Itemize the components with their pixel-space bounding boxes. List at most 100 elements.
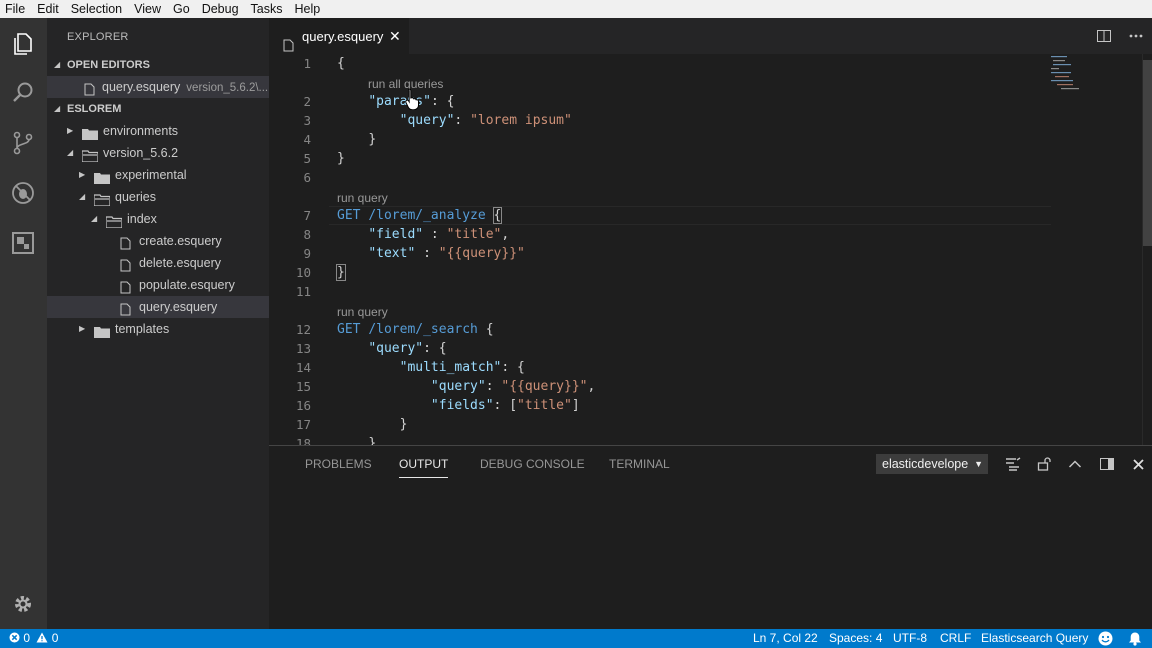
- tab-query-esquery[interactable]: query.esquery ✕: [269, 18, 409, 54]
- menu-tasks[interactable]: Tasks: [245, 0, 289, 18]
- tab-debug-console[interactable]: DEBUG CONSOLE: [480, 446, 585, 481]
- code-line: 6: [303, 170, 311, 185]
- toggle-panel-position-icon[interactable]: [1097, 454, 1117, 474]
- tab-label: query.esquery: [302, 29, 384, 44]
- smiley-feedback-icon[interactable]: [1098, 631, 1113, 648]
- error-icon: [9, 632, 20, 643]
- code-line: 13 "query": {: [295, 341, 447, 356]
- file-icon: [120, 279, 131, 296]
- minimap[interactable]: [1049, 54, 1089, 94]
- close-icon[interactable]: ✕: [389, 18, 401, 55]
- cursor-position[interactable]: Ln 7, Col 22: [753, 629, 818, 648]
- menu-edit[interactable]: Edit: [31, 0, 65, 18]
- files-icon[interactable]: [8, 29, 38, 59]
- menu-file[interactable]: File: [0, 0, 31, 18]
- chevron-right-icon: ▶: [79, 324, 86, 333]
- code-line: 2 "params": {: [303, 94, 455, 109]
- file-icon: [120, 301, 131, 318]
- activity-bar: [0, 18, 47, 629]
- code-line: 12 GET /lorem/_search {: [295, 322, 494, 337]
- chevron-down-icon: ◢: [54, 104, 61, 113]
- code-line: 4 }: [303, 132, 377, 147]
- more-actions-icon[interactable]: [1120, 18, 1152, 54]
- code-line: 18 }: [295, 436, 377, 445]
- tree-item-populate[interactable]: populate.esquery: [47, 274, 269, 296]
- code-line: 10 }: [295, 264, 346, 281]
- eol-status[interactable]: CRLF: [940, 629, 971, 648]
- tree-item-environments[interactable]: ▶ environments: [47, 120, 269, 142]
- debug-icon[interactable]: [8, 178, 38, 208]
- tab-terminal[interactable]: TERMINAL: [609, 446, 670, 481]
- problems-status[interactable]: 0 0: [9, 629, 58, 648]
- warning-icon: [36, 632, 48, 643]
- code-line: 16 "fields": ["title"]: [295, 398, 580, 413]
- tab-problems[interactable]: PROBLEMS: [305, 446, 372, 481]
- project-header[interactable]: ◢ ESLOREM: [47, 98, 269, 120]
- code-line: 14 "multi_match": {: [295, 360, 525, 375]
- tree-item-experimental[interactable]: ▶ experimental: [47, 164, 269, 186]
- editor-scrollbar-thumb[interactable]: [1143, 60, 1152, 246]
- chevron-right-icon: ▶: [79, 170, 86, 179]
- open-editor-item[interactable]: query.esquery version_5.6.2\...: [47, 76, 269, 98]
- extensions-icon[interactable]: [8, 228, 38, 258]
- code-editor[interactable]: 1 { run all queries 2 "params": { 3 "que…: [269, 54, 1152, 445]
- codelens-run-query[interactable]: run query: [337, 190, 388, 206]
- chevron-down-icon: ◢: [79, 192, 86, 201]
- tree-item-queries[interactable]: ◢ queries: [47, 186, 269, 208]
- folder-icon: [94, 169, 110, 186]
- status-bar: 0 0 Ln 7, Col 22 Spaces: 4 UTF-8 CRLF El…: [0, 629, 1152, 648]
- close-panel-icon[interactable]: [1128, 454, 1148, 474]
- gear-icon[interactable]: [8, 589, 38, 619]
- menu-debug[interactable]: Debug: [196, 0, 245, 18]
- tree-item-index[interactable]: ◢ index: [47, 208, 269, 230]
- tab-output[interactable]: OUTPUT: [399, 446, 449, 478]
- tree-item-version[interactable]: ◢ version_5.6.2: [47, 142, 269, 164]
- menu-selection[interactable]: Selection: [65, 0, 128, 18]
- output-channel-select[interactable]: elasticdevelope ▼: [876, 454, 988, 474]
- bell-icon[interactable]: [1128, 631, 1142, 648]
- maximize-panel-icon[interactable]: [1065, 454, 1085, 474]
- clear-output-icon[interactable]: [1003, 454, 1023, 474]
- split-editor-icon[interactable]: [1088, 18, 1120, 54]
- code-line: 1 {: [303, 56, 345, 71]
- menu-bar: File Edit Selection View Go Debug Tasks …: [0, 0, 1152, 18]
- editor-tab-bar: query.esquery ✕: [269, 18, 1152, 54]
- search-icon[interactable]: [8, 78, 38, 108]
- tree-item-create[interactable]: create.esquery: [47, 230, 269, 252]
- tree-item-query[interactable]: query.esquery: [47, 296, 269, 318]
- lock-icon[interactable]: [1034, 454, 1054, 474]
- indentation-status[interactable]: Spaces: 4: [829, 629, 882, 648]
- editor-actions: [1088, 18, 1152, 54]
- file-icon: [84, 81, 95, 98]
- chevron-down-icon: ◢: [91, 214, 98, 223]
- tree-item-templates[interactable]: ▶ templates: [47, 318, 269, 340]
- menu-go[interactable]: Go: [167, 0, 196, 18]
- code-line: 5 }: [303, 151, 345, 166]
- vscode-window: File Edit Selection View Go Debug Tasks …: [0, 0, 1152, 648]
- chevron-down-icon: ◢: [54, 60, 61, 69]
- encoding-status[interactable]: UTF-8: [893, 629, 927, 648]
- codelens-run-query[interactable]: run query: [337, 304, 388, 320]
- code-line: 3 "query": "lorem ipsum": [303, 113, 572, 128]
- folder-open-icon: [93, 191, 111, 208]
- folder-icon: [94, 323, 110, 340]
- file-icon: [120, 235, 131, 252]
- source-control-icon[interactable]: [8, 128, 38, 158]
- chevron-down-icon: ◢: [67, 148, 74, 157]
- code-line: 15 "query": "{{query}}",: [295, 379, 596, 394]
- open-editor-name: query.esquery: [102, 80, 181, 94]
- tree-item-delete[interactable]: delete.esquery: [47, 252, 269, 274]
- explorer-title: EXPLORER: [67, 31, 129, 43]
- menu-help[interactable]: Help: [289, 0, 327, 18]
- language-mode[interactable]: Elasticsearch Query: [981, 629, 1088, 648]
- menu-view[interactable]: View: [128, 0, 167, 18]
- code-line: 9 "text" : "{{query}}": [303, 246, 525, 261]
- chevron-down-icon: ▼: [974, 459, 983, 469]
- open-editors-header[interactable]: ◢ OPEN EDITORS: [47, 54, 269, 76]
- code-line: 11: [295, 284, 311, 299]
- mouse-cursor-icon: [405, 88, 421, 111]
- code-line: 7 GET /lorem/_analyze {: [303, 207, 503, 224]
- bottom-panel: PROBLEMS OUTPUT DEBUG CONSOLE TERMINAL e…: [269, 445, 1152, 629]
- code-line: 8 "field" : "title",: [303, 227, 510, 242]
- folder-icon: [82, 125, 98, 142]
